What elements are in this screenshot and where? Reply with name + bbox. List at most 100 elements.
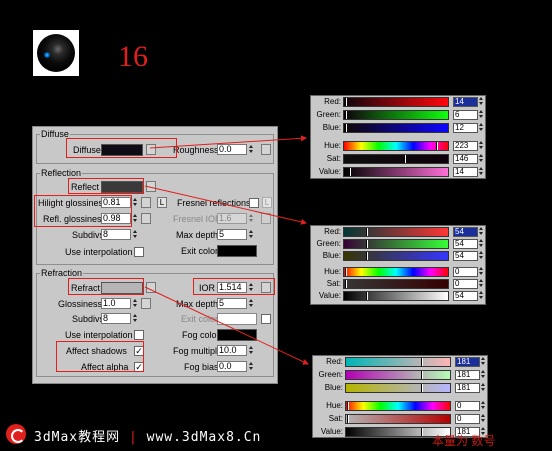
red-input[interactable]: 181 — [455, 357, 480, 367]
blue-input[interactable]: 54 — [453, 251, 478, 261]
value-slider[interactable] — [343, 167, 449, 177]
sat-slider[interactable] — [343, 154, 449, 164]
sat-slider-marker[interactable] — [345, 280, 347, 288]
hue-slider-marker[interactable] — [345, 268, 347, 276]
sat-spinner[interactable] — [479, 279, 485, 289]
value-spinner[interactable] — [479, 167, 485, 177]
refract-map-button[interactable] — [146, 282, 156, 293]
blue-slider-marker[interactable] — [366, 252, 368, 260]
hue-slider-marker[interactable] — [347, 402, 349, 410]
hue-input[interactable]: 223 — [453, 141, 478, 151]
value-slider-marker[interactable] — [349, 168, 351, 176]
hue-input[interactable]: 0 — [455, 401, 480, 411]
fog-multiplier-spinner[interactable] — [248, 345, 254, 356]
refl-maxdepth-input[interactable]: 5 — [217, 229, 247, 240]
green-input[interactable]: 6 — [453, 110, 478, 120]
refr-exit-color-checkbox[interactable] — [261, 314, 271, 324]
refl-gloss-map-button[interactable] — [141, 213, 151, 224]
fresnel-ior-input[interactable]: 1.6 — [217, 213, 247, 224]
green-slider[interactable] — [345, 370, 451, 380]
roughness-map-button[interactable] — [261, 144, 271, 155]
fog-bias-spinner[interactable] — [248, 361, 254, 372]
refr-maxdepth-input[interactable]: 5 — [217, 298, 247, 309]
green-input[interactable]: 54 — [453, 239, 478, 249]
fog-color-swatch[interactable] — [217, 329, 257, 341]
refl-glossiness-spinner[interactable] — [132, 213, 138, 224]
refr-glossiness-spinner[interactable] — [132, 298, 138, 309]
green-slider-marker[interactable] — [421, 371, 423, 379]
blue-spinner[interactable] — [479, 251, 485, 261]
green-spinner[interactable] — [479, 239, 485, 249]
refl-subdivs-spinner[interactable] — [132, 229, 138, 240]
green-spinner[interactable] — [479, 110, 485, 120]
blue-slider-marker[interactable] — [421, 384, 423, 392]
sat-spinner[interactable] — [479, 154, 485, 164]
red-spinner[interactable] — [479, 97, 485, 107]
red-slider-marker[interactable] — [366, 228, 368, 236]
hue-spinner[interactable] — [481, 401, 487, 411]
hue-spinner[interactable] — [479, 267, 485, 277]
red-slider[interactable] — [343, 227, 449, 237]
value-input[interactable]: 14 — [453, 167, 478, 177]
sat-input[interactable]: 0 — [453, 279, 478, 289]
hue-input[interactable]: 0 — [453, 267, 478, 277]
roughness-input[interactable]: 0.0 — [217, 144, 247, 155]
green-slider-marker[interactable] — [366, 240, 368, 248]
refl-maxdepth-spinner[interactable] — [248, 229, 254, 240]
refl-interpolation-checkbox[interactable] — [134, 247, 144, 257]
refl-exit-color-swatch[interactable] — [217, 245, 257, 257]
reflect-map-button[interactable] — [146, 181, 156, 192]
hue-slider-marker[interactable] — [436, 142, 438, 150]
red-slider[interactable] — [345, 357, 451, 367]
refr-maxdepth-spinner[interactable] — [248, 298, 254, 309]
value-input[interactable]: 54 — [453, 291, 478, 301]
green-input[interactable]: 181 — [455, 370, 480, 380]
blue-slider-marker[interactable] — [345, 124, 347, 132]
refr-interpolation-checkbox[interactable] — [134, 330, 144, 340]
refr-exit-color-swatch[interactable] — [217, 313, 257, 325]
fog-multiplier-input[interactable]: 10.0 — [217, 345, 247, 356]
blue-spinner[interactable] — [481, 383, 487, 393]
fresnel-ior-spinner[interactable] — [248, 213, 254, 224]
red-slider-marker[interactable] — [345, 98, 347, 106]
value-slider[interactable] — [343, 291, 449, 301]
fog-bias-input[interactable]: 0.0 — [217, 361, 247, 372]
refr-glossiness-input[interactable]: 1.0 — [101, 298, 131, 309]
green-slider[interactable] — [343, 239, 449, 249]
hilight-map-button[interactable] — [141, 197, 151, 208]
red-spinner[interactable] — [479, 227, 485, 237]
red-slider[interactable] — [343, 97, 449, 107]
fresnel-reflections-checkbox[interactable] — [249, 198, 259, 208]
blue-slider[interactable] — [343, 123, 449, 133]
sat-slider[interactable] — [343, 279, 449, 289]
red-input[interactable]: 14 — [453, 97, 478, 107]
fresnel-lock-button[interactable]: L — [262, 197, 272, 208]
green-spinner[interactable] — [481, 370, 487, 380]
red-spinner[interactable] — [481, 357, 487, 367]
red-slider-marker[interactable] — [421, 358, 423, 366]
blue-slider[interactable] — [343, 251, 449, 261]
refr-gloss-map-button[interactable] — [141, 298, 151, 309]
fresnel-ior-map-button[interactable] — [261, 213, 271, 224]
blue-spinner[interactable] — [479, 123, 485, 133]
refr-subdivs-spinner[interactable] — [132, 313, 138, 324]
hue-slider[interactable] — [345, 401, 451, 411]
red-input[interactable]: 54 — [453, 227, 478, 237]
hue-slider[interactable] — [343, 267, 449, 277]
sat-slider-marker[interactable] — [404, 155, 406, 163]
refr-subdivs-input[interactable]: 8 — [101, 313, 131, 324]
roughness-spinner[interactable] — [248, 144, 254, 155]
blue-input[interactable]: 181 — [455, 383, 480, 393]
refl-subdivs-input[interactable]: 8 — [101, 229, 131, 240]
green-slider-marker[interactable] — [345, 111, 347, 119]
hue-spinner[interactable] — [479, 141, 485, 151]
sat-input[interactable]: 146 — [453, 154, 478, 164]
hilight-glossiness-spinner[interactable] — [132, 197, 138, 208]
value-spinner[interactable] — [479, 291, 485, 301]
green-slider[interactable] — [343, 110, 449, 120]
blue-input[interactable]: 12 — [453, 123, 478, 133]
value-slider-marker[interactable] — [366, 292, 368, 300]
hue-slider[interactable] — [343, 141, 449, 151]
hilight-lock-button[interactable]: L — [157, 197, 167, 208]
blue-slider[interactable] — [345, 383, 451, 393]
